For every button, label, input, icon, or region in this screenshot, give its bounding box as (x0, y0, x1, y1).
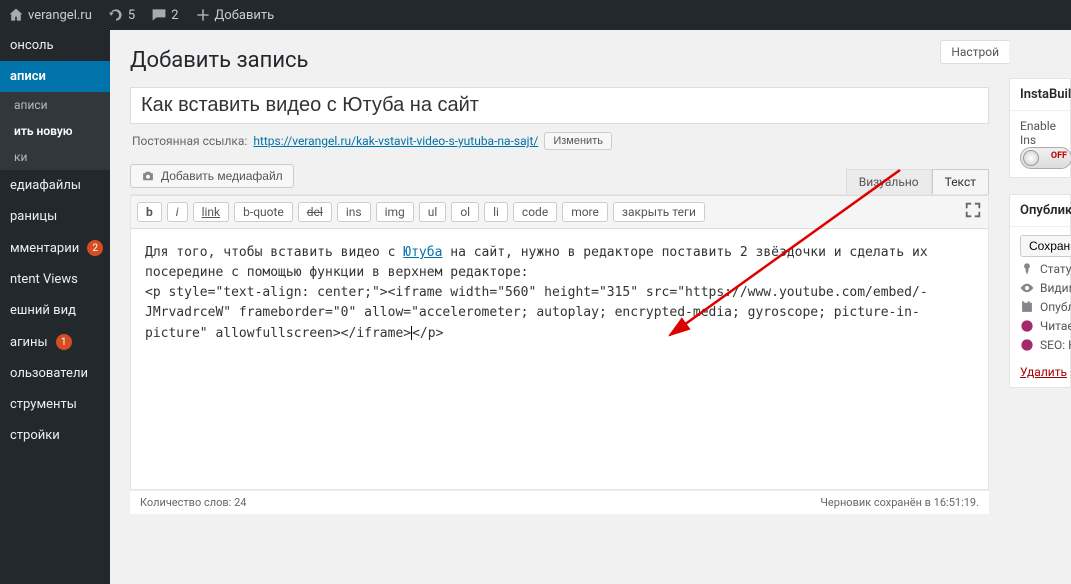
calendar-icon (1020, 300, 1034, 314)
permalink-row: Постоянная ссылка: https://verangel.ru/k… (132, 132, 989, 150)
qt-del[interactable]: del (298, 202, 332, 222)
qt-bold[interactable]: b (137, 202, 162, 222)
status-label[interactable]: Статус (1040, 262, 1071, 276)
menu-users[interactable]: ользователи (0, 358, 110, 389)
tab-text[interactable]: Текст (932, 169, 989, 194)
menu-appearance[interactable]: ешний вид (0, 295, 110, 326)
menu-pages[interactable]: раницы (0, 201, 110, 232)
editor-footer: Количество слов: 24 Черновик сохранён в … (130, 490, 989, 514)
seo-label[interactable]: SEO: Н (1040, 338, 1071, 352)
readability-label[interactable]: Читаем (1040, 319, 1071, 333)
publish-box: Опублико Сохранит Статус Видим Опубл Чит… (1009, 194, 1071, 388)
qt-ol[interactable]: ol (451, 202, 479, 222)
site-name: verangel.ru (28, 8, 92, 23)
admin-topbar: verangel.ru 5 2 Добавить (0, 0, 1071, 30)
word-count: 24 (234, 496, 246, 509)
qt-code[interactable]: code (513, 202, 557, 222)
publish-box-title: Опублико (1010, 195, 1070, 227)
qt-link[interactable]: link (193, 202, 230, 222)
home-icon (8, 7, 24, 23)
save-draft-button[interactable]: Сохранит (1020, 235, 1071, 257)
qt-more[interactable]: more (562, 202, 608, 222)
tab-visual[interactable]: Визуально (846, 169, 932, 194)
plus-icon (195, 7, 211, 23)
add-label: Добавить (215, 8, 275, 23)
menu-comments[interactable]: мментарии2 (0, 232, 110, 264)
instabuilder-box: InstaBuild Enable Ins OFF (1009, 78, 1071, 178)
instabuilder-title: InstaBuild (1010, 79, 1070, 111)
permalink-label: Постоянная ссылка: (132, 134, 247, 148)
yoast-seo-icon (1020, 338, 1034, 352)
move-to-trash-link[interactable]: Удалить (1020, 365, 1067, 379)
submenu-categories[interactable]: ки (0, 144, 110, 170)
content-textarea[interactable]: Для того, чтобы вставить видео с Ютуба н… (131, 229, 988, 489)
page-title: Добавить запись (130, 48, 989, 73)
editor-area: Настрой Добавить запись Постоянная ссылк… (110, 30, 1009, 584)
add-media-button[interactable]: Добавить медиафайл (130, 164, 294, 188)
publish-date-label[interactable]: Опубл (1040, 300, 1071, 314)
comments-link[interactable]: 2 (151, 7, 178, 23)
qt-close-tags[interactable]: закрыть теги (613, 202, 705, 222)
right-sidebar: InstaBuild Enable Ins OFF Опублико Сохра… (1009, 30, 1071, 584)
post-title-input[interactable] (130, 87, 989, 124)
visibility-label[interactable]: Видим (1040, 281, 1071, 295)
submenu-posts: аписи ить новую ки (0, 92, 110, 170)
permalink-edit-button[interactable]: Изменить (544, 132, 612, 150)
camera-icon (141, 169, 155, 183)
menu-content-views[interactable]: ntent Views (0, 264, 110, 295)
comment-icon (151, 7, 167, 23)
submenu-all-posts[interactable]: аписи (0, 92, 110, 118)
plugins-badge: 1 (56, 334, 72, 350)
instabuilder-toggle[interactable]: OFF (1020, 147, 1071, 169)
topbar-comments-count: 2 (171, 8, 178, 23)
menu-settings[interactable]: стройки (0, 420, 110, 451)
qt-li[interactable]: li (484, 202, 508, 222)
fullscreen-button[interactable] (964, 201, 982, 223)
qt-ul[interactable]: ul (419, 202, 447, 222)
fullscreen-icon (964, 201, 982, 219)
add-new-link[interactable]: Добавить (195, 7, 275, 23)
yoast-readability-icon (1020, 319, 1034, 333)
qt-img[interactable]: img (376, 202, 414, 222)
admin-sidebar: онсоль аписи аписи ить новую ки едиафайл… (0, 30, 110, 584)
qt-ins[interactable]: ins (337, 202, 371, 222)
updates-link[interactable]: 5 (108, 7, 135, 23)
refresh-icon (108, 7, 124, 23)
screen-options-tab[interactable]: Настрой (940, 40, 1009, 64)
site-link[interactable]: verangel.ru (8, 7, 92, 23)
eye-icon (1020, 281, 1034, 295)
menu-plugins[interactable]: агины1 (0, 326, 110, 358)
enable-label: Enable Ins (1020, 119, 1060, 147)
menu-tools[interactable]: струменты (0, 389, 110, 420)
menu-posts[interactable]: аписи (0, 61, 110, 92)
text-editor: b i link b-quote del ins img ul ol li co… (130, 194, 989, 490)
permalink-url[interactable]: https://verangel.ru/kak-vstavit-video-s-… (253, 134, 538, 148)
updates-count: 5 (128, 8, 135, 23)
editor-tabs: Визуально Текст (846, 169, 989, 194)
quicktags-toolbar: b i link b-quote del ins img ul ol li co… (131, 195, 988, 229)
word-count-label: Количество слов: (140, 496, 231, 509)
submenu-new-post[interactable]: ить новую (0, 118, 110, 144)
qt-italic[interactable]: i (167, 202, 188, 222)
autosave-status: Черновик сохранён в 16:51:19. (820, 496, 979, 509)
comments-badge: 2 (87, 240, 103, 256)
pin-icon (1020, 262, 1034, 276)
qt-blockquote[interactable]: b-quote (234, 202, 293, 222)
menu-media[interactable]: едиафайлы (0, 170, 110, 201)
menu-dashboard[interactable]: онсоль (0, 30, 110, 61)
youtube-link[interactable]: Ютуба (403, 245, 442, 260)
